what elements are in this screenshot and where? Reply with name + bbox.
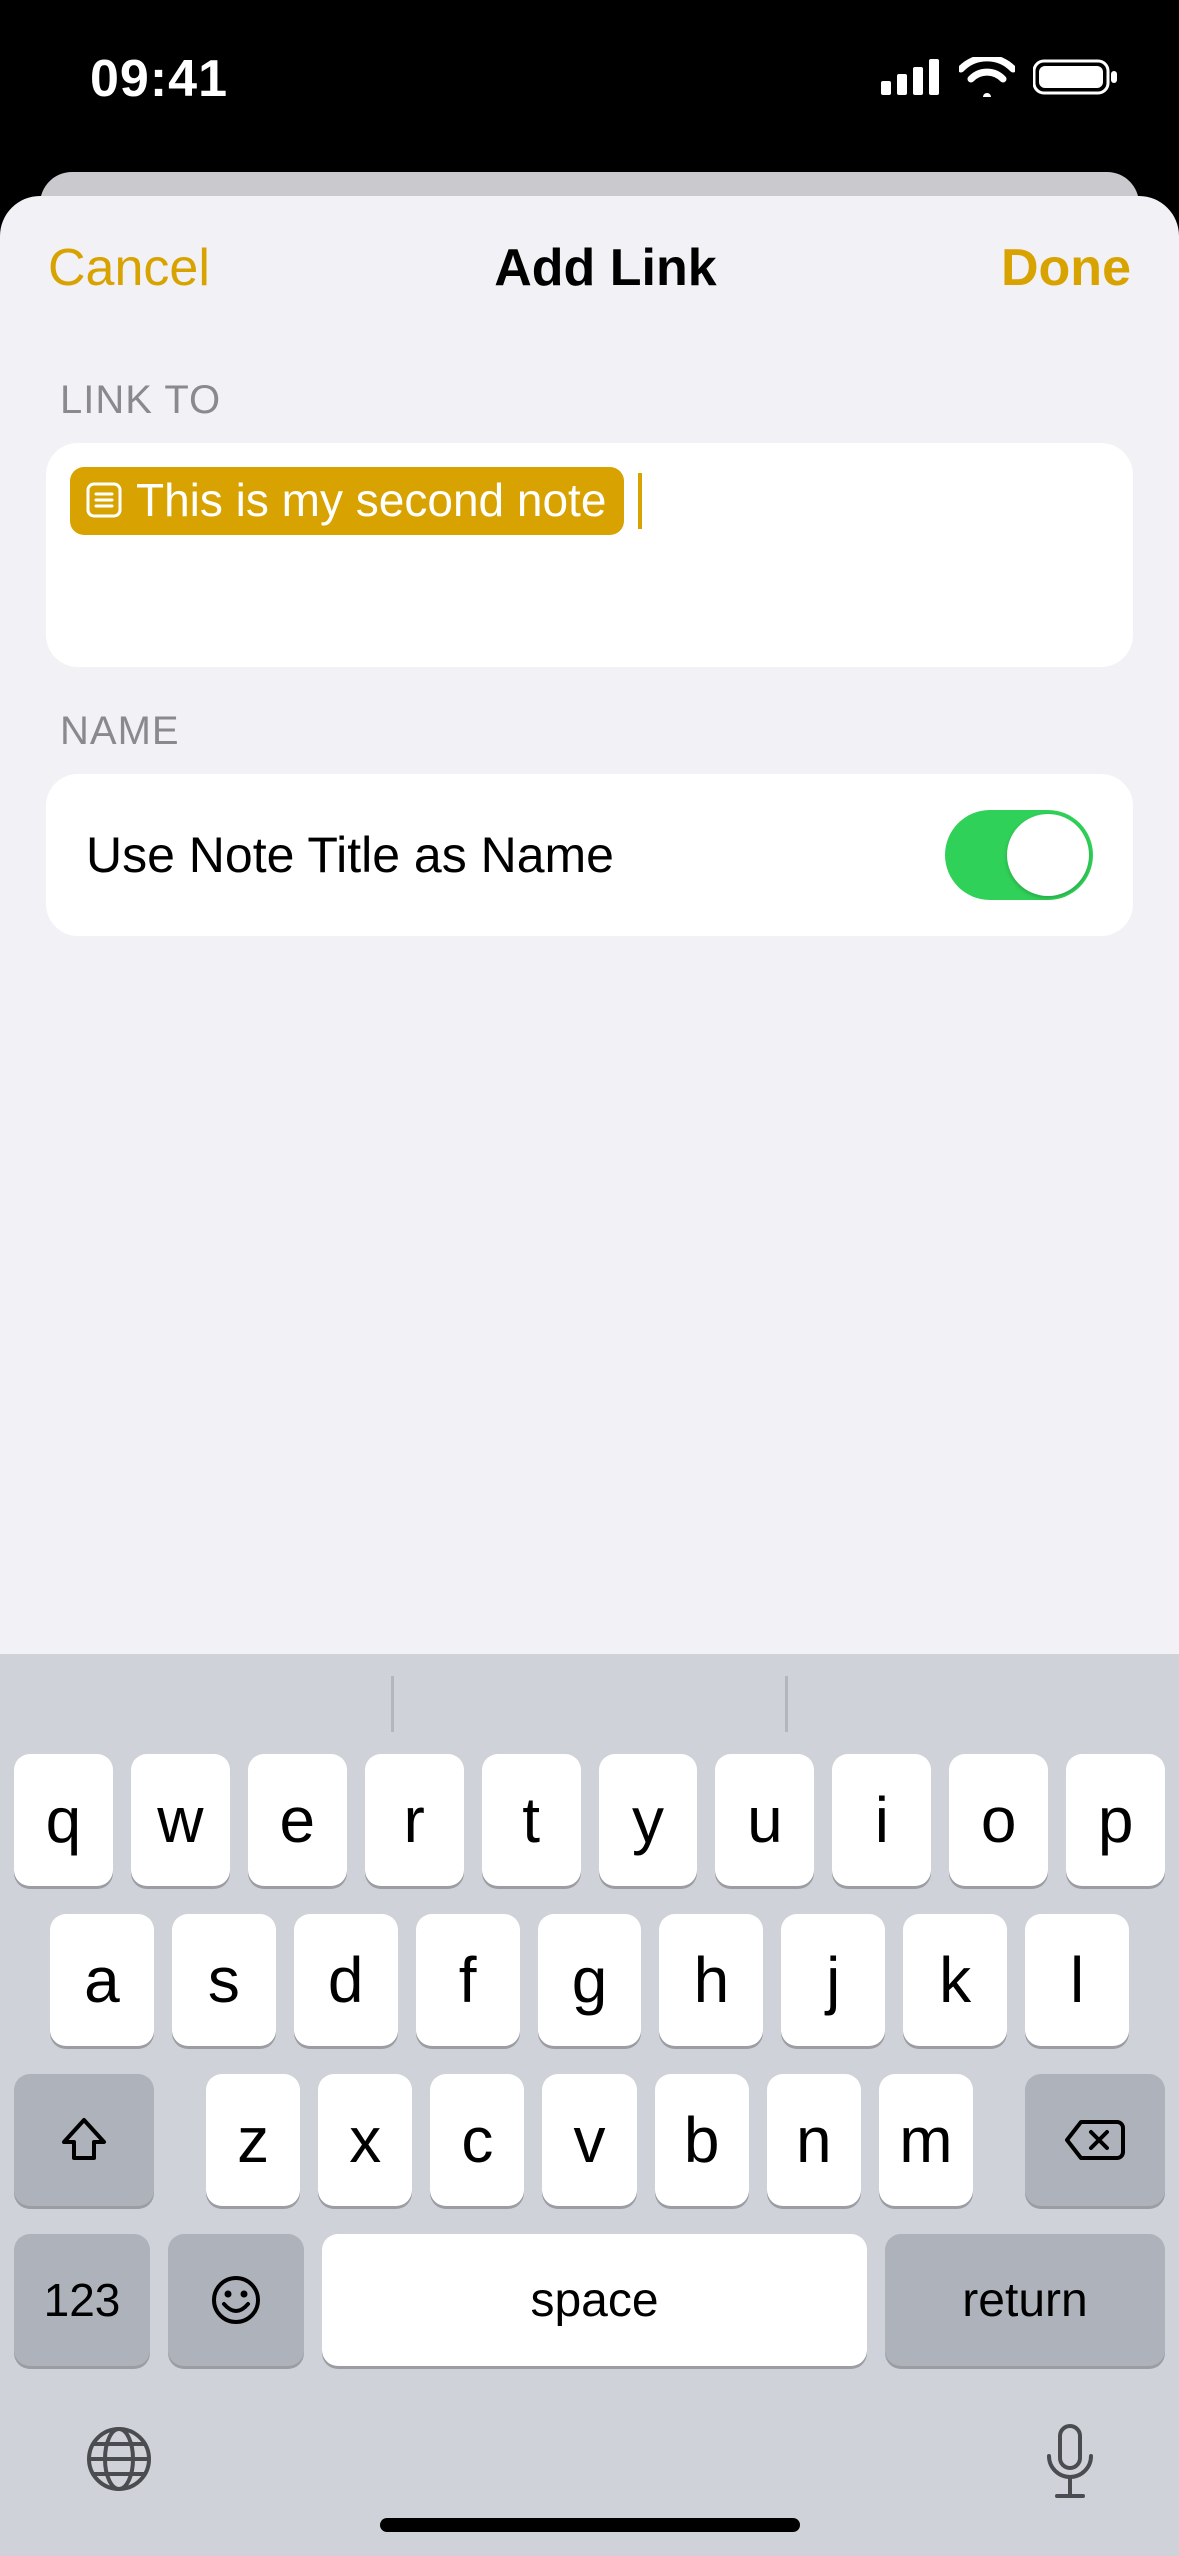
suggestion-slot[interactable] [394,1654,785,1754]
key-h[interactable]: h [659,1914,763,2046]
key-j[interactable]: j [781,1914,885,2046]
key-e[interactable]: e [248,1754,347,1886]
suggestion-slot[interactable] [0,1654,391,1754]
section-label-link-to: LINK TO [0,336,1179,443]
backspace-key[interactable] [1025,2074,1165,2206]
keyboard-row-3: z x c v b n m [0,2074,1179,2206]
key-q[interactable]: q [14,1754,113,1886]
key-s[interactable]: s [172,1914,276,2046]
link-to-input[interactable]: This is my second note [46,443,1133,667]
wifi-icon [959,57,1015,97]
numbers-key[interactable]: 123 [14,2234,150,2366]
key-b[interactable]: b [655,2074,749,2206]
key-i[interactable]: i [832,1754,931,1886]
linked-note-token-text: This is my second note [136,477,606,523]
key-r[interactable]: r [365,1754,464,1886]
note-icon [84,480,124,520]
keyboard-toolbar [0,2396,1179,2556]
battery-icon [1033,57,1119,97]
home-indicator[interactable] [380,2518,800,2532]
key-n[interactable]: n [767,2074,861,2206]
key-f[interactable]: f [416,1914,520,2046]
key-z[interactable]: z [206,2074,300,2206]
emoji-key[interactable] [168,2234,304,2366]
key-g[interactable]: g [538,1914,642,2046]
use-title-toggle[interactable] [945,810,1093,900]
key-c[interactable]: c [430,2074,524,2206]
globe-icon[interactable] [80,2420,158,2498]
key-v[interactable]: v [542,2074,636,2206]
status-indicators [881,57,1119,97]
toggle-knob [1007,814,1089,896]
backspace-icon [1063,2116,1127,2164]
key-d[interactable]: d [294,1914,398,2046]
status-time: 09:41 [90,49,228,109]
key-w[interactable]: w [131,1754,230,1886]
dictation-icon[interactable] [1041,2420,1099,2506]
key-a[interactable]: a [50,1914,154,2046]
keyboard-row-4: 123 space return [0,2234,1179,2396]
space-key[interactable]: space [322,2234,867,2366]
key-o[interactable]: o [949,1754,1048,1886]
sheet-title: Add Link [494,238,716,298]
text-cursor [638,473,642,529]
keyboard-row-2: a s d f g h j k l [0,1914,1179,2046]
shift-icon [56,2112,112,2168]
cancel-button[interactable]: Cancel [48,238,210,298]
key-u[interactable]: u [715,1754,814,1886]
use-title-label: Use Note Title as Name [86,826,614,884]
status-bar: 09:41 [0,0,1179,150]
cellular-icon [881,59,941,95]
suggestion-bar [0,1654,1179,1754]
key-t[interactable]: t [482,1754,581,1886]
modal-sheet: Cancel Add Link Done LINK TO This is my … [0,196,1179,2556]
key-p[interactable]: p [1066,1754,1165,1886]
shift-key[interactable] [14,2074,154,2206]
sheet-header: Cancel Add Link Done [0,196,1179,336]
keyboard-row-1: q w e r t y u i o p [0,1754,1179,1886]
key-y[interactable]: y [599,1754,698,1886]
section-label-name: NAME [0,667,1179,774]
key-m[interactable]: m [879,2074,973,2206]
key-x[interactable]: x [318,2074,412,2206]
token-row: This is my second note [70,467,1109,535]
key-l[interactable]: l [1025,1914,1129,2046]
keyboard: q w e r t y u i o p a s d f g h j k l [0,1654,1179,2556]
linked-note-token[interactable]: This is my second note [70,467,624,535]
return-key[interactable]: return [885,2234,1165,2366]
use-title-row: Use Note Title as Name [46,774,1133,936]
key-k[interactable]: k [903,1914,1007,2046]
done-button[interactable]: Done [1001,238,1131,298]
suggestion-slot[interactable] [788,1654,1179,1754]
emoji-icon [208,2272,264,2328]
